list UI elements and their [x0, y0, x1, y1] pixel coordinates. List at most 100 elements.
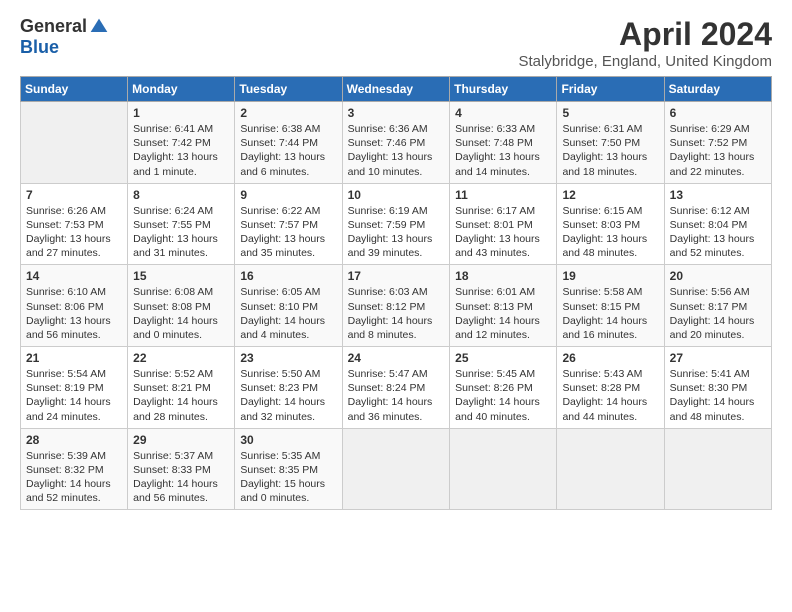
day-number: 20: [670, 269, 766, 283]
calendar-cell: 14Sunrise: 6:10 AM Sunset: 8:06 PM Dayli…: [21, 265, 128, 347]
header-day-wednesday: Wednesday: [342, 77, 450, 102]
day-number: 21: [26, 351, 122, 365]
calendar-cell: 8 Sunrise: 6:24 AM Sunset: 7:55 PM Daylig…: [128, 183, 235, 265]
calendar-cell: 15 Sunrise: 6:08 AM Sunset: 8:08 PM Dayli…: [128, 265, 235, 347]
day-number: 29: [133, 433, 229, 447]
day-number: 2: [240, 106, 336, 120]
week-row-4: 21 Sunrise: 5:54 AM Sunset: 8:19 PM Dayli…: [21, 347, 772, 429]
calendar-cell: 22 Sunrise: 5:52 AM Sunset: 8:21 PM Dayli…: [128, 347, 235, 429]
calendar-cell: 28 Sunrise: 5:39 AM Sunset: 8:32 PM Dayli…: [21, 428, 128, 510]
calendar-cell: [664, 428, 771, 510]
day-content: Sunrise: 6:33 AM Sunset: 7:48 PM Dayligh…: [455, 122, 551, 179]
day-content: Sunrise: 6:24 AM Sunset: 7:55 PM Dayligh…: [133, 204, 229, 261]
calendar-cell: 26Sunrise: 5:43 AM Sunset: 8:28 PM Dayli…: [557, 347, 664, 429]
day-content: Sunrise: 5:47 AM Sunset: 8:24 PM Dayligh…: [348, 367, 445, 424]
day-number: 15: [133, 269, 229, 283]
day-number: 27: [670, 351, 766, 365]
calendar-cell: 19 Sunrise: 5:58 AM Sunset: 8:15 PM Dayli…: [557, 265, 664, 347]
calendar-cell: 9 Sunrise: 6:22 AM Sunset: 7:57 PM Daylig…: [235, 183, 342, 265]
day-number: 28: [26, 433, 122, 447]
day-content: Sunrise: 6:29 AM Sunset: 7:52 PM Dayligh…: [670, 122, 766, 179]
day-content: Sunrise: 5:52 AM Sunset: 8:21 PM Dayligh…: [133, 367, 229, 424]
day-content: Sunrise: 6:01 AM Sunset: 8:13 PM Dayligh…: [455, 285, 551, 342]
header-day-saturday: Saturday: [664, 77, 771, 102]
header-day-tuesday: Tuesday: [235, 77, 342, 102]
week-row-2: 7Sunrise: 6:26 AM Sunset: 7:53 PM Daylig…: [21, 183, 772, 265]
calendar-cell: 17 Sunrise: 6:03 AM Sunset: 8:12 PM Dayli…: [342, 265, 450, 347]
calendar-cell: 25Sunrise: 5:45 AM Sunset: 8:26 PM Dayli…: [450, 347, 557, 429]
day-number: 26: [562, 351, 658, 365]
day-number: 24: [348, 351, 445, 365]
calendar-cell: 20 Sunrise: 5:56 AM Sunset: 8:17 PM Dayli…: [664, 265, 771, 347]
week-row-5: 28 Sunrise: 5:39 AM Sunset: 8:32 PM Dayli…: [21, 428, 772, 510]
day-number: 3: [348, 106, 445, 120]
day-number: 19: [562, 269, 658, 283]
day-content: Sunrise: 6:17 AM Sunset: 8:01 PM Dayligh…: [455, 204, 551, 261]
day-content: Sunrise: 5:37 AM Sunset: 8:33 PM Dayligh…: [133, 449, 229, 506]
day-number: 12: [562, 188, 658, 202]
day-content: Sunrise: 5:41 AM Sunset: 8:30 PM Dayligh…: [670, 367, 766, 424]
calendar-cell: 1 Sunrise: 6:41 AM Sunset: 7:42 PM Daylig…: [128, 102, 235, 184]
day-content: Sunrise: 5:54 AM Sunset: 8:19 PM Dayligh…: [26, 367, 122, 424]
location-subtitle: Stalybridge, England, United Kingdom: [519, 53, 773, 70]
title-block: April 2024 Stalybridge, England, United …: [519, 16, 773, 70]
day-content: Sunrise: 6:03 AM Sunset: 8:12 PM Dayligh…: [348, 285, 445, 342]
header-day-sunday: Sunday: [21, 77, 128, 102]
calendar-cell: 21 Sunrise: 5:54 AM Sunset: 8:19 PM Dayli…: [21, 347, 128, 429]
day-content: Sunrise: 5:35 AM Sunset: 8:35 PM Dayligh…: [240, 449, 336, 506]
month-year-title: April 2024: [519, 16, 773, 53]
day-number: 1: [133, 106, 229, 120]
calendar-cell: 18 Sunrise: 6:01 AM Sunset: 8:13 PM Dayli…: [450, 265, 557, 347]
day-content: Sunrise: 6:08 AM Sunset: 8:08 PM Dayligh…: [133, 285, 229, 342]
day-number: 8: [133, 188, 229, 202]
header-row: SundayMondayTuesdayWednesdayThursdayFrid…: [21, 77, 772, 102]
day-content: Sunrise: 6:38 AM Sunset: 7:44 PM Dayligh…: [240, 122, 336, 179]
week-row-3: 14Sunrise: 6:10 AM Sunset: 8:06 PM Dayli…: [21, 265, 772, 347]
day-number: 5: [562, 106, 658, 120]
logo-general-text: General: [20, 16, 87, 37]
day-number: 22: [133, 351, 229, 365]
day-content: Sunrise: 6:22 AM Sunset: 7:57 PM Dayligh…: [240, 204, 336, 261]
day-number: 17: [348, 269, 445, 283]
logo-blue-text: Blue: [20, 37, 59, 58]
day-content: Sunrise: 6:31 AM Sunset: 7:50 PM Dayligh…: [562, 122, 658, 179]
logo: General Blue: [20, 16, 109, 58]
calendar-cell: 11Sunrise: 6:17 AM Sunset: 8:01 PM Dayli…: [450, 183, 557, 265]
calendar-cell: 13 Sunrise: 6:12 AM Sunset: 8:04 PM Dayli…: [664, 183, 771, 265]
day-number: 9: [240, 188, 336, 202]
calendar-cell: 7Sunrise: 6:26 AM Sunset: 7:53 PM Daylig…: [21, 183, 128, 265]
header-day-monday: Monday: [128, 77, 235, 102]
calendar-cell: 23 Sunrise: 5:50 AM Sunset: 8:23 PM Dayli…: [235, 347, 342, 429]
calendar-cell: 3Sunrise: 6:36 AM Sunset: 7:46 PM Daylig…: [342, 102, 450, 184]
week-row-1: 1 Sunrise: 6:41 AM Sunset: 7:42 PM Daylig…: [21, 102, 772, 184]
day-number: 25: [455, 351, 551, 365]
calendar-cell: 6Sunrise: 6:29 AM Sunset: 7:52 PM Daylig…: [664, 102, 771, 184]
day-content: Sunrise: 6:41 AM Sunset: 7:42 PM Dayligh…: [133, 122, 229, 179]
calendar-cell: 30Sunrise: 5:35 AM Sunset: 8:35 PM Dayli…: [235, 428, 342, 510]
day-content: Sunrise: 5:58 AM Sunset: 8:15 PM Dayligh…: [562, 285, 658, 342]
day-number: 7: [26, 188, 122, 202]
calendar-cell: 2 Sunrise: 6:38 AM Sunset: 7:44 PM Daylig…: [235, 102, 342, 184]
calendar-cell: [21, 102, 128, 184]
day-number: 16: [240, 269, 336, 283]
header-day-thursday: Thursday: [450, 77, 557, 102]
calendar-cell: 4 Sunrise: 6:33 AM Sunset: 7:48 PM Daylig…: [450, 102, 557, 184]
day-content: Sunrise: 5:39 AM Sunset: 8:32 PM Dayligh…: [26, 449, 122, 506]
day-number: 23: [240, 351, 336, 365]
calendar-cell: 10Sunrise: 6:19 AM Sunset: 7:59 PM Dayli…: [342, 183, 450, 265]
day-number: 18: [455, 269, 551, 283]
calendar-cell: 12 Sunrise: 6:15 AM Sunset: 8:03 PM Dayli…: [557, 183, 664, 265]
day-content: Sunrise: 5:50 AM Sunset: 8:23 PM Dayligh…: [240, 367, 336, 424]
logo-icon: [89, 17, 109, 37]
day-content: Sunrise: 6:15 AM Sunset: 8:03 PM Dayligh…: [562, 204, 658, 261]
calendar-cell: [342, 428, 450, 510]
calendar-table: SundayMondayTuesdayWednesdayThursdayFrid…: [20, 76, 772, 510]
day-number: 10: [348, 188, 445, 202]
day-number: 14: [26, 269, 122, 283]
day-number: 13: [670, 188, 766, 202]
day-content: Sunrise: 6:05 AM Sunset: 8:10 PM Dayligh…: [240, 285, 336, 342]
day-number: 4: [455, 106, 551, 120]
calendar-cell: 24 Sunrise: 5:47 AM Sunset: 8:24 PM Dayli…: [342, 347, 450, 429]
day-content: Sunrise: 6:12 AM Sunset: 8:04 PM Dayligh…: [670, 204, 766, 261]
day-content: Sunrise: 5:56 AM Sunset: 8:17 PM Dayligh…: [670, 285, 766, 342]
